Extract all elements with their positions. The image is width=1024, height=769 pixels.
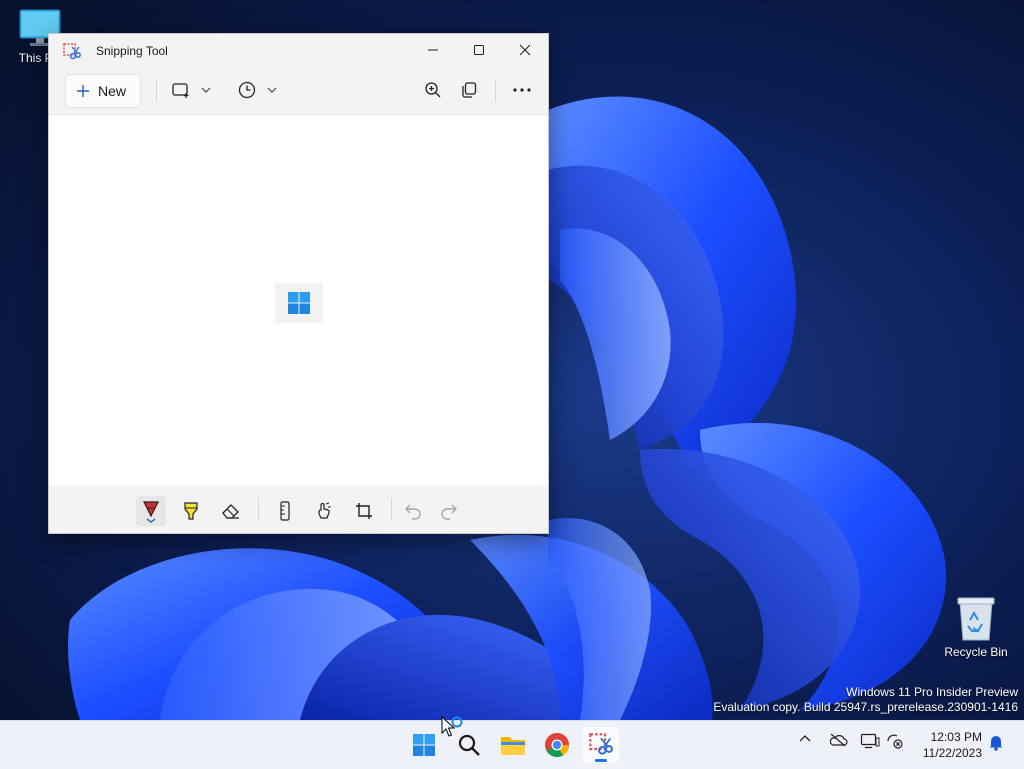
maximize-button[interactable] <box>456 34 502 66</box>
undo-button[interactable] <box>398 496 428 526</box>
windows-logo-placeholder <box>275 283 323 323</box>
minimize-button[interactable] <box>410 34 456 66</box>
watermark-line: Windows 11 Pro Insider Preview <box>846 685 1018 699</box>
title-bar[interactable]: Snipping Tool <box>49 34 548 68</box>
redo-button[interactable] <box>434 496 464 526</box>
notifications-icon <box>989 736 1003 751</box>
watermark-line: Evaluation copy. Build 25947.rs_prerelea… <box>713 700 1018 714</box>
highlighter-button[interactable] <box>176 496 206 526</box>
delay-dropdown[interactable] <box>237 76 279 104</box>
onedrive-icon <box>829 733 848 747</box>
snipping-tool-window: Snipping Tool New <box>48 33 549 534</box>
plus-icon <box>76 84 90 98</box>
ballpoint-pen-icon <box>143 501 159 523</box>
clock-time: 12:03 PM <box>930 730 982 744</box>
snipping-tool-taskbar-button[interactable] <box>583 727 619 763</box>
onedrive-button[interactable] <box>828 733 848 747</box>
snip-canvas <box>49 114 548 487</box>
copy-button[interactable] <box>460 76 478 104</box>
undo-icon <box>405 504 421 520</box>
display-button[interactable] <box>860 733 880 749</box>
mouse-cursor-icon <box>441 716 463 737</box>
window-title: Snipping Tool <box>96 44 168 58</box>
close-icon <box>519 44 531 56</box>
more-options-button[interactable] <box>512 76 532 104</box>
copy-icon <box>462 82 477 98</box>
chevron-down-icon <box>267 87 277 93</box>
windows-logo-icon <box>288 292 310 314</box>
ballpoint-pen-button[interactable] <box>136 496 166 526</box>
clock[interactable]: 12:03 PM 11/22/2023 <box>916 729 982 761</box>
eraser-icon <box>222 504 239 519</box>
evaluation-watermark: Windows 11 Pro Insider Preview Evaluatio… <box>713 685 1018 715</box>
chrome-button[interactable] <box>539 727 575 763</box>
eraser-button[interactable] <box>216 496 246 526</box>
network-button[interactable] <box>886 733 904 749</box>
chrome-icon <box>545 733 569 758</box>
markup-toolbar <box>49 486 548 533</box>
toolbar-separator <box>495 80 496 102</box>
more-options-icon <box>513 88 531 92</box>
new-button-label: New <box>98 83 127 99</box>
chevron-down-icon <box>201 87 211 93</box>
toolbar-separator <box>258 498 259 520</box>
close-button[interactable] <box>502 34 548 66</box>
delay-timer-icon <box>238 81 256 99</box>
file-explorer-icon <box>501 737 525 755</box>
running-indicator <box>595 759 607 762</box>
ruler-button[interactable] <box>270 496 300 526</box>
zoom-button[interactable] <box>424 76 442 104</box>
start-button[interactable] <box>406 727 442 763</box>
touch-writing-icon <box>318 502 331 519</box>
notifications-button[interactable] <box>988 733 1004 751</box>
desktop-icon-recycle-bin[interactable]: Recycle Bin <box>940 596 1012 659</box>
zoom-in-icon <box>425 82 441 98</box>
snip-mode-rectangle-icon <box>172 83 189 98</box>
network-icon <box>887 734 903 749</box>
ruler-icon <box>280 501 290 521</box>
maximize-icon <box>474 45 484 55</box>
taskbar: 12:03 PM 11/22/2023 <box>0 720 1024 769</box>
crop-button[interactable] <box>349 496 379 526</box>
minimize-icon <box>428 49 438 51</box>
show-hidden-icons-button[interactable] <box>798 733 812 743</box>
touch-writing-button[interactable] <box>309 496 339 526</box>
display-icon <box>860 733 880 749</box>
snip-mode-dropdown[interactable] <box>171 76 213 104</box>
clock-date: 11/22/2023 <box>922 746 982 760</box>
snipping-tool-icon <box>589 733 613 755</box>
new-snip-button[interactable]: New <box>65 74 141 108</box>
file-explorer-button[interactable] <box>495 727 531 763</box>
toolbar-separator <box>156 80 157 102</box>
recycle-bin-icon <box>957 597 995 641</box>
show-hidden-icons-icon <box>799 735 811 742</box>
desktop-icon-label: Recycle Bin <box>944 645 1008 659</box>
crop-icon <box>356 503 372 519</box>
toolbar: New <box>49 68 548 114</box>
highlighter-icon <box>184 502 198 520</box>
snipping-tool-app-icon <box>63 43 81 60</box>
toolbar-separator <box>391 498 392 520</box>
redo-icon <box>441 504 457 520</box>
start-icon <box>413 734 435 756</box>
